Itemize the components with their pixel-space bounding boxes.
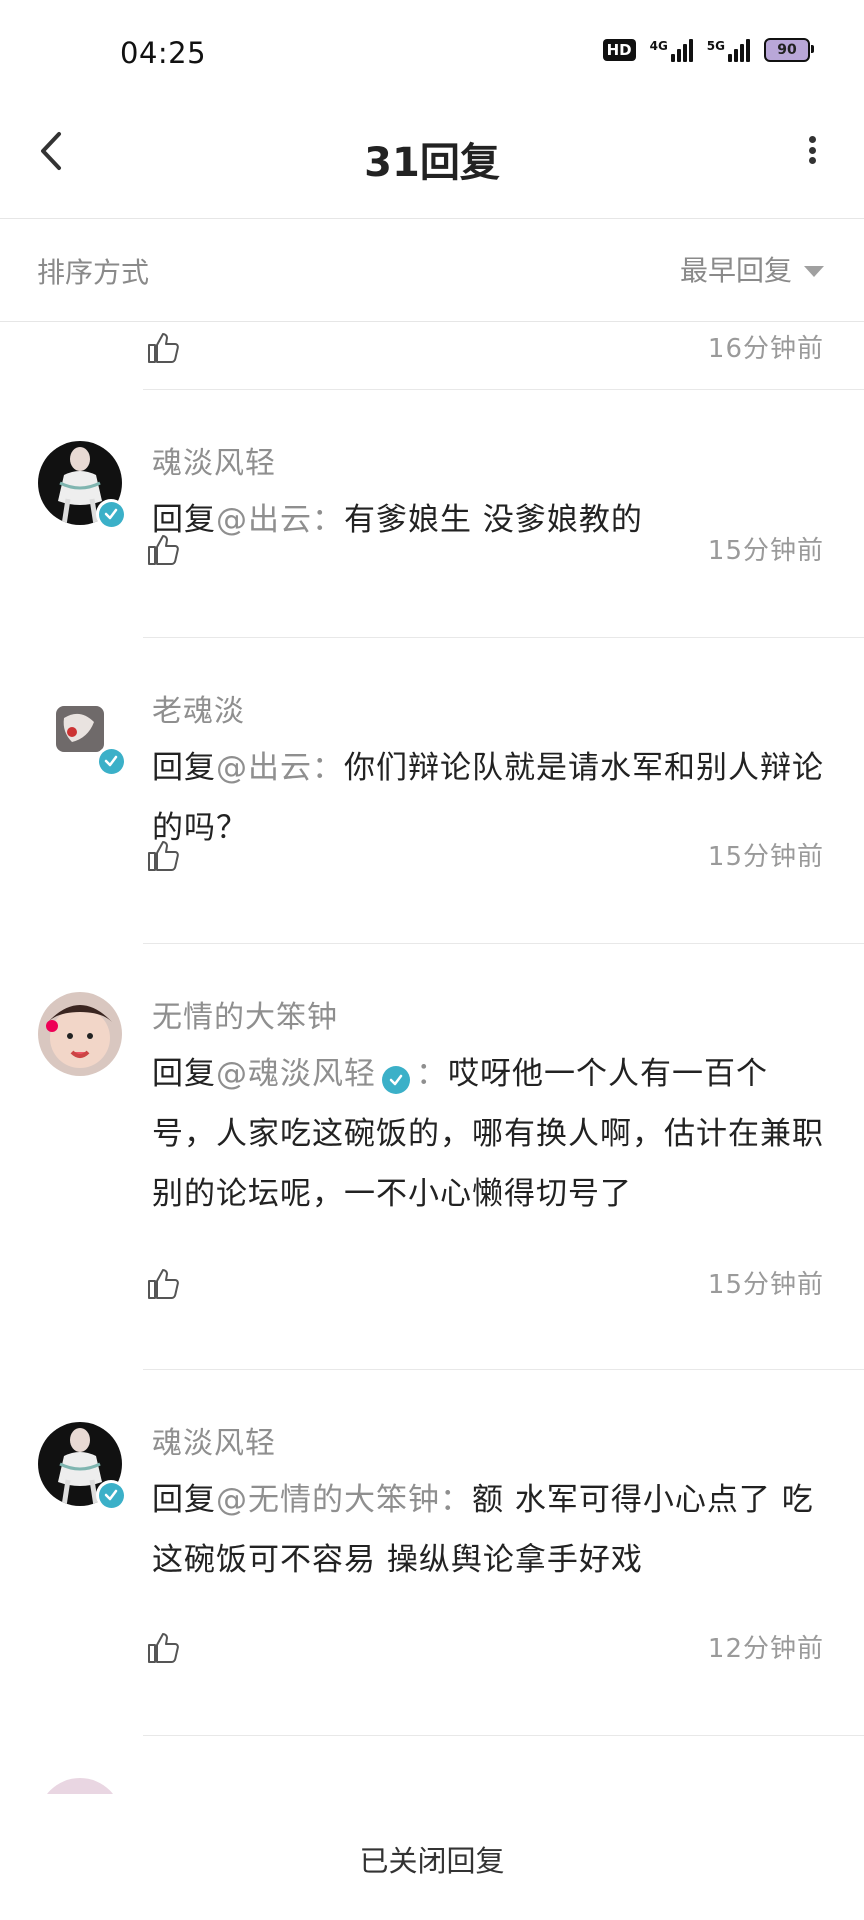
thumbs-up-icon: [148, 841, 179, 871]
username[interactable]: 老魂淡: [152, 686, 245, 730]
avatar[interactable]: [38, 688, 126, 776]
avatar-image: [38, 992, 122, 1076]
avatar[interactable]: [38, 992, 122, 1076]
reply-list[interactable]: 16分钟前 魂淡风轻 回复@出云：有爹娘生 没爹娘教的 15分钟前 老魂淡 回复…: [0, 322, 864, 1794]
list-item: 无情的大笨钟 回复@魂淡风轻 ：哎呀他一个人有一百个号，人家吃这碗饭的，哪有换人啊…: [0, 944, 864, 1370]
battery-icon: 90: [764, 38, 814, 62]
mention-link[interactable]: @无情的大笨钟: [216, 1482, 440, 1518]
signal-5g-icon: 5G: [707, 38, 750, 62]
hd-icon: HD: [602, 39, 636, 61]
like-button[interactable]: [145, 532, 181, 568]
reply-time: 15分钟前: [707, 1270, 824, 1300]
app-header: 31回复: [0, 100, 864, 219]
like-button[interactable]: [145, 1266, 181, 1302]
status-time: 04:25: [120, 36, 207, 70]
more-dot-icon: [808, 157, 816, 164]
verified-badge-icon: [382, 1066, 410, 1094]
status-icons: HD 4G 5G 90: [602, 38, 814, 62]
list-item: 16分钟前: [0, 322, 864, 392]
avatar[interactable]: [38, 441, 126, 529]
caret-down-icon: [804, 265, 824, 277]
reply-content: 回复@无情的大笨钟：额 水军可得小心点了 吃这碗饭可不容易 操纵舆论拿手好戏: [152, 1482, 814, 1578]
verified-badge-icon: [96, 1480, 126, 1510]
thumbs-up-icon: [148, 1269, 179, 1299]
username[interactable]: 魂淡风轻: [152, 438, 276, 482]
reply-time: 16分钟前: [707, 334, 824, 364]
list-item: [0, 1736, 864, 1794]
reply-time: 15分钟前: [707, 842, 824, 872]
thumbs-up-icon: [148, 535, 179, 565]
verified-badge-icon: [96, 499, 126, 529]
signal-4g-icon: 4G: [650, 38, 693, 62]
username[interactable]: 魂淡风轻: [152, 1418, 276, 1462]
page-title: 31回复: [364, 140, 500, 186]
replies-closed-notice: 已关闭回复: [359, 1844, 505, 1878]
reply-time: 15分钟前: [707, 536, 824, 566]
reply-time: 12分钟前: [707, 1634, 824, 1664]
list-item: 老魂淡 回复@出云：你们辩论队就是请水军和别人辩论的吗？ 15分钟前: [0, 638, 864, 944]
like-button[interactable]: [145, 1630, 181, 1666]
sort-bar: 排序方式 最早回复: [0, 219, 864, 322]
list-item: 魂淡风轻 回复@出云：有爹娘生 没爹娘教的 15分钟前: [0, 390, 864, 638]
avatar[interactable]: [38, 1778, 122, 1794]
more-dot-icon: [808, 136, 816, 143]
sort-dropdown[interactable]: 最早回复: [680, 249, 824, 289]
username[interactable]: 无情的大笨钟: [152, 992, 338, 1036]
thumbs-up-icon: [148, 1633, 179, 1663]
mention-link[interactable]: @出云: [216, 502, 312, 538]
status-bar: 04:25 HD 4G 5G 90: [0, 0, 864, 100]
more-dot-icon: [808, 146, 816, 154]
list-item: 魂淡风轻 回复@无情的大笨钟：额 水军可得小心点了 吃这碗饭可不容易 操纵舆论拿…: [0, 1370, 864, 1736]
sort-value: 最早回复: [679, 254, 792, 287]
mention-link[interactable]: @魂淡风轻: [216, 1056, 376, 1092]
footer-bar: 已关闭回复: [0, 1796, 864, 1920]
mention-link[interactable]: @出云: [216, 750, 312, 786]
avatar[interactable]: [38, 1422, 126, 1510]
thumbs-up-icon: [148, 333, 179, 363]
like-button[interactable]: [145, 838, 181, 874]
like-button[interactable]: [145, 330, 181, 366]
reply-content: 回复@魂淡风轻 ：哎呀他一个人有一百个号，人家吃这碗饭的，哪有换人啊，估计在兼职别…: [152, 1056, 824, 1212]
verified-badge-icon: [96, 746, 126, 776]
sort-label: 排序方式: [37, 256, 150, 289]
more-button[interactable]: [800, 130, 824, 170]
